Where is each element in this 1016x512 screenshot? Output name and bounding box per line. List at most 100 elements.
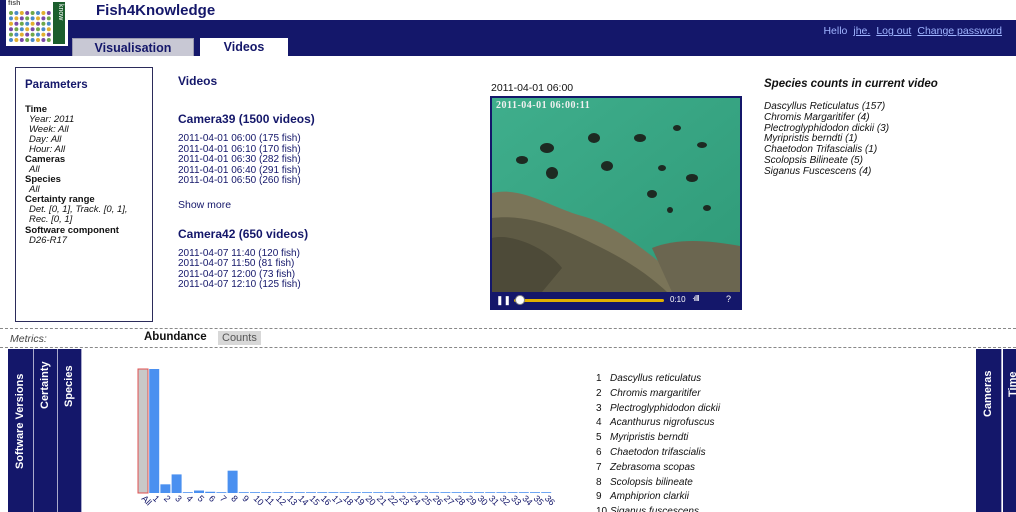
legend-item[interactable]: 7 Zebrasoma scopas <box>596 461 796 476</box>
chart-bar[interactable] <box>160 484 171 493</box>
legend-number: 5 <box>596 432 602 444</box>
camera39-title: Camera39 (1500 videos) <box>178 112 315 126</box>
logo-dot <box>14 27 19 32</box>
logo-top-text: fish <box>8 0 21 7</box>
legend-number: 10 <box>596 506 608 512</box>
scrub-handle[interactable] <box>515 295 525 305</box>
side-tab-species[interactable]: Species <box>58 349 82 512</box>
species-legend: 1 Dascyllus reticulatus 2 Chromis margariti… <box>596 372 796 512</box>
legend-item[interactable]: 1 Dascyllus reticulatus <box>596 372 796 387</box>
chart-bar[interactable] <box>149 369 160 493</box>
legend-item[interactable]: 5 Myripristis berndti <box>596 431 796 446</box>
help-icon[interactable]: ? <box>726 294 731 304</box>
legend-species-name: Chaetodon trifascialis <box>610 446 706 458</box>
video-link[interactable]: 2011-04-01 06:00 (175 fish) <box>178 133 448 145</box>
logo-dot <box>30 27 35 32</box>
logo-dot <box>41 38 46 42</box>
logo-dot <box>46 16 51 21</box>
chart-bar[interactable] <box>227 470 238 493</box>
video-link[interactable]: 2011-04-01 06:50 (260 fish) <box>178 175 448 187</box>
legend-item[interactable]: 4 Acanthurus nigrofuscus <box>596 416 796 431</box>
legend-number: 1 <box>596 373 602 384</box>
logo-dot <box>36 11 40 15</box>
camera42-title: Camera42 (650 videos) <box>178 226 309 241</box>
legend-species-name: Scolopsis bilineate <box>610 476 693 488</box>
x-tick-label: 4 <box>184 493 195 504</box>
cameras-label: Cameras <box>25 154 66 165</box>
pause-icon[interactable]: ❚❚ <box>496 295 511 305</box>
show-more-link[interactable]: Show more <box>178 199 448 211</box>
change-password-link[interactable]: Change password <box>917 25 1002 37</box>
video-link[interactable]: 2011-04-07 12:10 (125 fish) <box>178 279 448 291</box>
x-tick-label: 2 <box>162 493 173 504</box>
tab-visualisation[interactable]: Visualisation <box>72 38 194 56</box>
logo-dot <box>25 32 30 37</box>
legend-species-name: Dascyllus reticulatus <box>610 373 702 384</box>
logo-dot <box>9 16 13 21</box>
logo-dot <box>9 38 13 42</box>
logo-dot <box>14 38 19 42</box>
legend-species-name: Siganus fuscescens <box>610 506 699 512</box>
logo-dot <box>46 32 51 37</box>
side-tab-software-versions[interactable]: Software Versions <box>8 349 34 512</box>
logo-dot <box>19 21 24 26</box>
video-link[interactable]: 2011-04-01 06:30 (282 fish) <box>178 154 448 166</box>
side-tab-label: Species <box>63 365 75 407</box>
logout-link[interactable]: Log out <box>876 25 911 37</box>
logo-dot <box>19 32 24 37</box>
abundance-chart: All1 2 3 4 5 6 7 8 9 1011121314151617181920212223… <box>137 368 557 507</box>
logo-side-text: know <box>57 4 64 21</box>
legend-item[interactable]: 10 Siganus fuscescens <box>596 505 796 512</box>
side-tab-time[interactable]: Time <box>1003 349 1016 512</box>
videos-title: Videos <box>178 74 218 88</box>
certainty-value-line2[interactable]: Rec. [0, 1] <box>25 215 152 225</box>
legend-item[interactable]: 8 Scolopsis bilineate <box>596 476 796 491</box>
x-tick-label: 8 <box>229 493 240 504</box>
tab-videos[interactable]: Videos <box>200 38 288 58</box>
legend-species-name: Zebrasoma scopas <box>610 461 696 473</box>
username-link[interactable]: jhe. <box>853 25 870 37</box>
logo-dot <box>25 38 30 42</box>
logo-dot <box>30 16 35 21</box>
logo-dot <box>36 38 40 42</box>
logo-dot <box>14 11 19 15</box>
scrub-bar[interactable] <box>514 299 664 302</box>
app-logo[interactable]: fish know <box>6 0 68 46</box>
volume-icon[interactable]: ·ıIII <box>692 294 700 303</box>
metric-tab-counts[interactable]: Counts <box>218 331 261 345</box>
legend-species-name: Plectroglyphidodon dickii <box>610 402 721 414</box>
metric-tab-abundance[interactable]: Abundance <box>144 331 207 343</box>
x-tick-label: 3 <box>173 493 184 504</box>
legend-species-name: Amphiprion clarkii <box>610 491 689 503</box>
metrics-divider-bottom <box>0 347 1016 348</box>
video-link[interactable]: 2011-04-07 11:50 (81 fish) <box>178 258 448 270</box>
legend-item[interactable]: 3 Plectroglyphidodon dickii <box>596 402 796 417</box>
software-value[interactable]: D26-R17 <box>25 236 152 246</box>
side-tab-certainty[interactable]: Certainty <box>34 349 58 512</box>
legend-item[interactable]: 6 Chaetodon trifascialis <box>596 446 796 461</box>
logo-dot <box>25 27 30 32</box>
video-player[interactable]: 2011-04-01 06:00:11 ❚❚ 0:10 ·ıIII ? <box>490 96 742 310</box>
video-frame <box>492 98 740 292</box>
logo-dot <box>36 32 40 37</box>
logo-dot <box>46 27 51 32</box>
chart-bar-all[interactable] <box>137 368 149 494</box>
logo-dot <box>9 11 13 15</box>
side-tab-label: Cameras <box>982 370 994 417</box>
species-count-item: Siganus Fuscescens (4) <box>764 165 872 177</box>
logo-side-strip: know <box>53 2 65 44</box>
x-tick-label: 1 <box>151 493 162 504</box>
legend-item[interactable]: 2 Chromis margaritifer <box>596 387 796 402</box>
legend-number: 8 <box>596 476 602 488</box>
side-tab-cameras[interactable]: Cameras <box>976 349 1002 512</box>
species-count-item: Chromis Margaritifer (4) <box>764 111 870 123</box>
logo-dot <box>19 38 24 42</box>
logo-dot <box>30 32 35 37</box>
x-tick-label: 5 <box>196 493 207 504</box>
chart-bar[interactable] <box>171 474 182 493</box>
videos-panel: Videos Camera39 (1500 videos) 2011-04-01… <box>178 74 448 312</box>
side-tab-label: Time <box>1007 371 1016 397</box>
logo-dot <box>46 21 51 26</box>
logo-dot <box>46 11 51 15</box>
legend-item[interactable]: 9 Amphiprion clarkii <box>596 490 796 505</box>
